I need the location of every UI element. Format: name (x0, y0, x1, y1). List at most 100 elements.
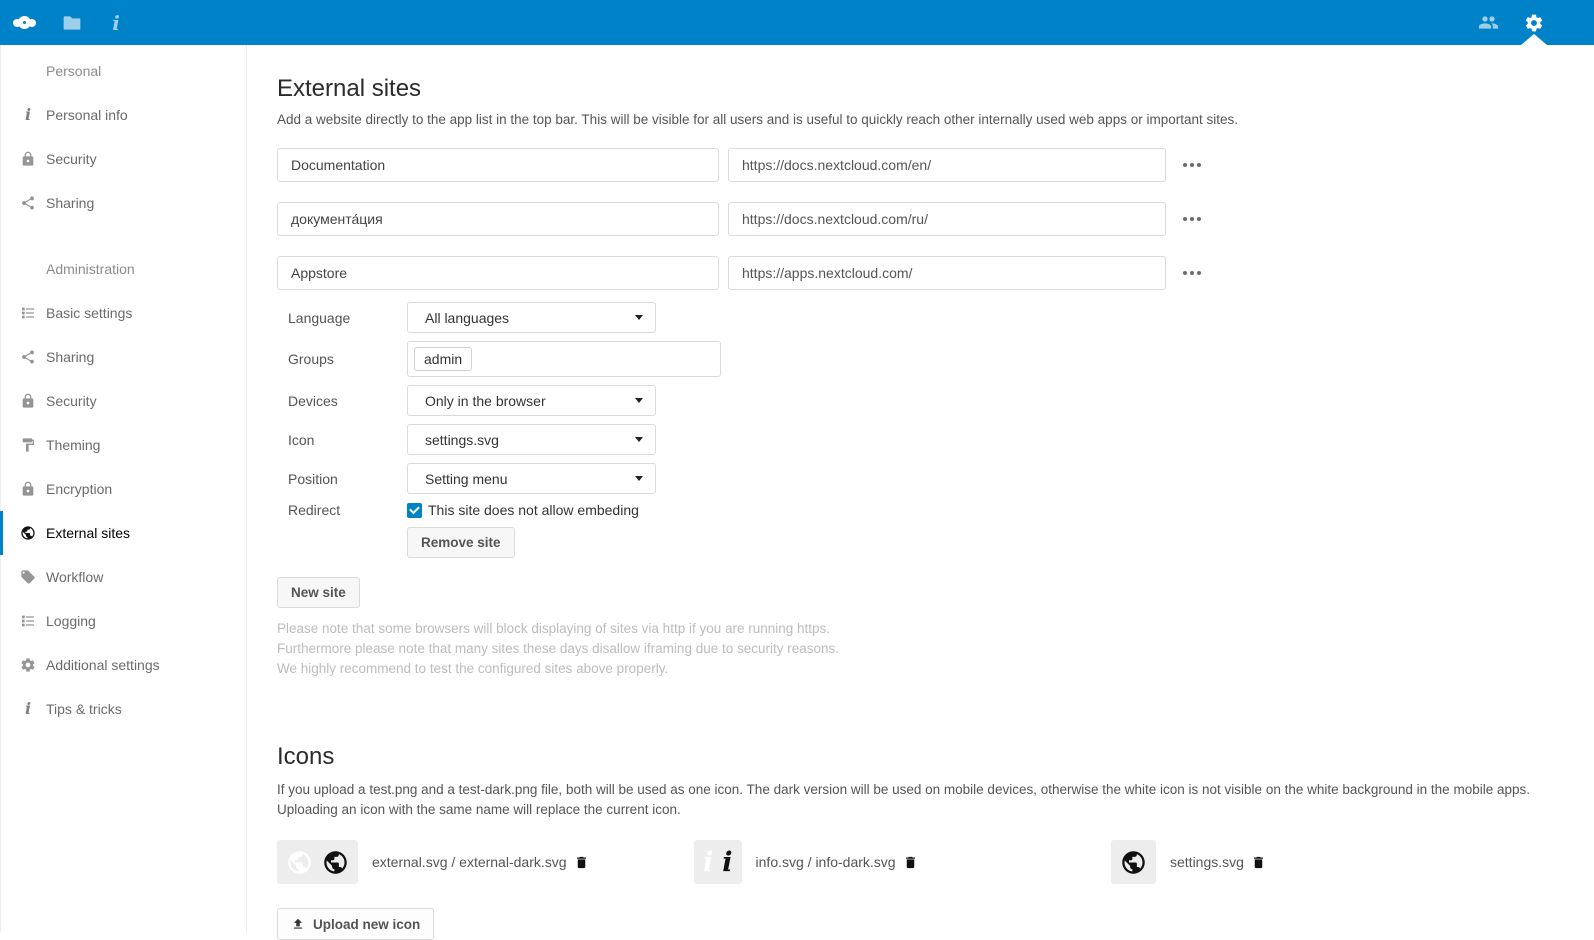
sidebar-item-security-personal[interactable]: Security (1, 137, 246, 181)
section-caption-personal: Personal (1, 49, 246, 93)
site-settings-form: Language All languages Groups admin Devi… (277, 302, 1594, 558)
site-name-input[interactable] (277, 202, 719, 236)
active-menu-pointer (1521, 34, 1547, 45)
settings-menu-button[interactable] (1511, 0, 1556, 45)
chevron-down-icon (635, 476, 643, 481)
chevron-down-icon (635, 437, 643, 442)
icons-description: If you upload a test.png and a test-dark… (277, 780, 1537, 820)
sidebar-item-sharing-admin[interactable]: Sharing (1, 335, 246, 379)
sidebar-item-encryption[interactable]: Encryption (1, 467, 246, 511)
sidebar-item-label: Additional settings (46, 657, 160, 673)
sidebar-item-security-admin[interactable]: Security (1, 379, 246, 423)
icon-select[interactable]: settings.svg (407, 424, 656, 455)
upload-new-icon-button[interactable]: Upload new icon (277, 908, 434, 940)
trash-icon (903, 855, 918, 870)
site-list (277, 148, 1594, 290)
trash-icon (574, 855, 589, 870)
external-sites-app-button[interactable]: i (94, 0, 138, 45)
site-options-button[interactable] (1177, 150, 1207, 180)
redirect-checkbox-label[interactable]: This site does not allow embeding (428, 502, 639, 518)
files-app-button[interactable] (50, 0, 94, 45)
site-url-input[interactable] (728, 148, 1166, 182)
redirect-checkbox[interactable] (407, 503, 422, 518)
globe-icon-light (286, 849, 313, 876)
contacts-menu-button[interactable] (1466, 0, 1511, 45)
site-options-button[interactable] (1177, 204, 1207, 234)
sidebar-item-theming[interactable]: Theming (1, 423, 246, 467)
sidebar-item-basic-settings[interactable]: Basic settings (1, 291, 246, 335)
sidebar-item-logging[interactable]: Logging (1, 599, 246, 643)
site-options-button[interactable] (1177, 258, 1207, 288)
devices-label: Devices (277, 393, 407, 409)
site-url-input[interactable] (728, 256, 1166, 290)
icon-filename: external.svg / external-dark.svg (372, 854, 567, 870)
sidebar-item-workflow[interactable]: Workflow (1, 555, 246, 599)
section-caption-administration: Administration (1, 247, 246, 291)
settings-sidebar: Personal i Personal info Security Sharin… (0, 45, 247, 932)
sidebar-item-label: Personal info (46, 107, 128, 123)
new-site-button[interactable]: New site (277, 577, 360, 608)
remove-site-button[interactable]: Remove site (407, 527, 515, 558)
icon-label: Icon (277, 432, 407, 448)
share-icon (20, 349, 36, 365)
uploaded-icon-row: external.svg / external-dark.svg (277, 840, 694, 884)
icon-preview-box: i i (694, 840, 742, 884)
uploaded-icon-row: settings.svg (1111, 840, 1266, 884)
group-chip-admin[interactable]: admin (414, 347, 472, 371)
info-icon-dark: i (722, 849, 732, 876)
language-select-value: All languages (425, 310, 509, 326)
site-url-input[interactable] (728, 202, 1166, 236)
sidebar-item-label: Security (46, 393, 97, 409)
position-select[interactable]: Setting menu (407, 463, 656, 494)
ellipsis-icon (1183, 163, 1201, 167)
info-icon: i (112, 13, 120, 33)
logo-circle (28, 19, 36, 27)
note-line: We highly recommend to test the configur… (277, 659, 1594, 679)
tag-icon (20, 569, 36, 585)
settings-content: External sites Add a website directly to… (248, 45, 1594, 932)
sidebar-item-label: Encryption (46, 481, 112, 497)
icons-title: Icons (277, 743, 1594, 771)
sidebar-item-tips-tricks[interactable]: i Tips & tricks (1, 687, 246, 731)
sidebar-item-external-sites[interactable]: External sites (1, 511, 246, 555)
devices-select[interactable]: Only in the browser (407, 385, 656, 416)
notes: Please note that some browsers will bloc… (277, 619, 1594, 679)
lock-icon (20, 151, 36, 167)
site-name-input[interactable] (277, 256, 719, 290)
nextcloud-logo[interactable] (13, 16, 36, 29)
sidebar-item-label: Basic settings (46, 305, 132, 321)
sidebar-item-label: Tips & tricks (46, 701, 122, 717)
sidebar-spacer (1, 225, 246, 247)
sidebar-item-label: Sharing (46, 195, 94, 211)
sidebar-item-label: Workflow (46, 569, 103, 585)
sidebar-item-personal-info[interactable]: i Personal info (1, 93, 246, 137)
icons-description-line: If you upload a test.png and a test-dark… (277, 780, 1537, 800)
delete-icon-button[interactable] (574, 855, 589, 870)
site-name-input[interactable] (277, 148, 719, 182)
language-select[interactable]: All languages (407, 302, 656, 333)
icon-preview-box (1111, 840, 1156, 884)
icon-filename: info.svg / info-dark.svg (756, 854, 896, 870)
redirect-label: Redirect (277, 502, 407, 518)
users-icon (1478, 12, 1499, 33)
upload-icon (291, 917, 305, 931)
delete-icon-button[interactable] (1251, 855, 1266, 870)
site-row (277, 202, 1594, 236)
delete-icon-button[interactable] (903, 855, 918, 870)
page-title: External sites (277, 75, 1594, 103)
ellipsis-icon (1183, 271, 1201, 275)
info-icon: i (20, 701, 36, 717)
groups-input[interactable]: admin (407, 341, 721, 377)
icons-section: Icons If you upload a test.png and a tes… (277, 743, 1594, 940)
sidebar-item-sharing-personal[interactable]: Sharing (1, 181, 246, 225)
globe-icon (20, 525, 36, 541)
sidebar-item-label: Security (46, 151, 97, 167)
position-select-value: Setting menu (425, 471, 508, 487)
language-label: Language (277, 310, 407, 326)
folder-icon (62, 13, 82, 33)
sidebar-item-label: External sites (46, 525, 130, 541)
groups-label: Groups (277, 351, 407, 367)
globe-icon-dark (1120, 849, 1147, 876)
sidebar-item-additional-settings[interactable]: Additional settings (1, 643, 246, 687)
note-line: Please note that some browsers will bloc… (277, 619, 1594, 639)
